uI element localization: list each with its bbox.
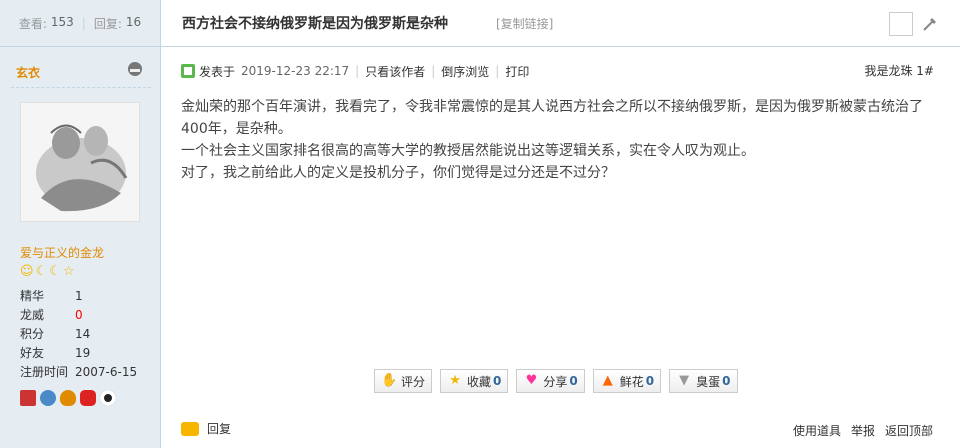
- online-status-icon: [181, 64, 195, 78]
- flower-button[interactable]: ▲ 鲜花 0: [592, 369, 662, 393]
- up-arrow-icon: ▲: [602, 373, 613, 388]
- post-content: 金灿荣的那个百年演讲，我看完了，令我非常震惊的是其人说西方社会之所以不接纳俄罗斯…: [181, 96, 941, 184]
- info-row: 精华 1: [20, 288, 150, 307]
- user-info: 精华 1 龙威 0 积分 14 好友 19 注册时间 2007-6-15: [20, 288, 150, 383]
- medal-eye-icon[interactable]: [100, 390, 116, 406]
- post-footer: 回复 使用道具 举报 返回顶部: [181, 420, 941, 440]
- topic-header: 西方社会不接纳俄罗斯是因为俄罗斯是杂种 [复制链接]: [161, 0, 960, 47]
- thumb-icon: ✋: [381, 373, 398, 388]
- moon-icon: ☾: [35, 264, 48, 279]
- avatar-image: [21, 103, 139, 221]
- flower-count: 0: [645, 374, 655, 388]
- post-meta: 发表于 2019-12-23 22:17 | 只看该作者 | 倒序浏览 | 打印: [181, 62, 529, 80]
- replies-label: 回复:: [93, 16, 122, 31]
- floor-label: 我是龙珠: [864, 64, 913, 78]
- share-label: 分享: [543, 374, 568, 389]
- user-online-icon[interactable]: [128, 62, 142, 76]
- post-actions: ✋ 评分 ★ 收藏 0 ♥ 分享 0 ▲ 鲜花 0 ▼ 臭蛋 0: [374, 369, 738, 393]
- reverse-browse-link[interactable]: 倒序浏览: [441, 63, 489, 80]
- info-value[interactable]: 1: [75, 288, 83, 307]
- tool-icon[interactable]: [921, 15, 939, 33]
- info-key: 精华: [20, 289, 45, 303]
- reply-button[interactable]: 回复: [181, 420, 231, 437]
- favorite-button[interactable]: ★ 收藏 0: [440, 369, 509, 393]
- share-button[interactable]: ♥ 分享 0: [516, 369, 585, 393]
- info-key: 积分: [20, 327, 45, 341]
- footer-links: 使用道具 举报 返回顶部: [793, 422, 933, 439]
- reply-icon: [181, 421, 199, 436]
- heart-icon: ♥: [525, 373, 538, 388]
- avatar[interactable]: [20, 102, 140, 222]
- thread-stats: 查看: 153 | 回复: 16: [0, 0, 160, 47]
- egg-count: 0: [722, 374, 731, 388]
- post-paragraph: 金灿荣的那个百年演讲，我看完了，令我非常震惊的是其人说西方社会之所以不接纳俄罗斯…: [181, 99, 923, 137]
- info-value[interactable]: 19: [75, 345, 90, 364]
- info-row: 积分 14: [20, 326, 150, 345]
- flower-label: 鲜花: [619, 374, 644, 389]
- post-sidebar: 查看: 153 | 回复: 16 玄衣 爱与正义的金龙 ☺ ☾ ☾ ☆ 精华 1 龙威…: [0, 0, 161, 448]
- down-arrow-icon: ▼: [679, 373, 690, 388]
- moon-icon: ☾: [49, 264, 61, 279]
- info-value: 2007-6-15: [75, 365, 138, 379]
- info-value[interactable]: 0: [75, 307, 83, 326]
- print-link[interactable]: 打印: [505, 63, 529, 80]
- info-key: 龙威: [20, 308, 45, 322]
- meta-divider: |: [431, 64, 436, 78]
- info-row: 龙威 0: [20, 307, 150, 326]
- meta-divider: |: [495, 64, 500, 78]
- rate-button[interactable]: ✋ 评分: [374, 369, 433, 393]
- egg-label: 臭蛋: [696, 374, 721, 389]
- author-name[interactable]: 玄衣: [16, 64, 40, 81]
- medal-flower-icon[interactable]: [80, 390, 96, 406]
- favorite-label: 收藏: [467, 374, 492, 389]
- sidebar-divider: [11, 87, 151, 88]
- post-paragraph: 对了，我之前给此人的定义是投机分子，你们觉得是过分还是不过分？: [181, 165, 615, 181]
- stats-divider: |: [81, 16, 86, 30]
- egg-button[interactable]: ▼ 臭蛋 0: [669, 369, 738, 393]
- post-date: 2019-12-23 22:17: [241, 64, 350, 78]
- checkbox-icon[interactable]: [889, 12, 913, 36]
- medal-blue-icon[interactable]: [40, 390, 56, 406]
- posted-on-label: 发表于: [199, 64, 236, 79]
- use-tool-link[interactable]: 使用道具: [793, 422, 841, 439]
- author-row: 玄衣: [0, 56, 161, 84]
- sun-icon: ☺: [20, 264, 34, 279]
- user-title: 爱与正义的金龙: [20, 246, 105, 260]
- info-row: 注册时间 2007-6-15: [20, 364, 150, 383]
- report-link[interactable]: 举报: [851, 422, 875, 439]
- replies-count: 16: [125, 14, 142, 29]
- info-row: 好友 19: [20, 345, 150, 364]
- post-paragraph: 一个社会主义国家排名很高的高等大学的教授居然能说出这等逻辑关系，实在令人叹为观止…: [181, 143, 755, 159]
- medal-list: [20, 390, 116, 406]
- star-icon: ★: [449, 373, 461, 388]
- views-count: 153: [50, 14, 74, 29]
- back-to-top-link[interactable]: 返回顶部: [885, 422, 933, 439]
- page-title: 西方社会不接纳俄罗斯是因为俄罗斯是杂种: [182, 16, 448, 32]
- copy-link-button[interactable]: [复制链接]: [496, 15, 553, 32]
- floor-number[interactable]: 我是龙珠 1#: [864, 62, 934, 79]
- info-value[interactable]: 14: [75, 326, 90, 345]
- star-icon: ☆: [62, 264, 75, 279]
- medal-red-icon[interactable]: [20, 390, 36, 406]
- meta-divider: |: [355, 64, 360, 78]
- info-key: 好友: [20, 346, 45, 360]
- rate-label: 评分: [401, 374, 426, 389]
- medal-gourd-icon[interactable]: [60, 390, 76, 406]
- favorite-count: 0: [493, 374, 502, 388]
- floor-index: 1#: [916, 64, 934, 78]
- views-label: 查看:: [18, 16, 47, 31]
- only-author-link[interactable]: 只看该作者: [365, 63, 425, 80]
- share-count: 0: [569, 374, 578, 388]
- info-key: 注册时间: [20, 365, 69, 379]
- rank-stars: ☺ ☾ ☾ ☆: [20, 264, 75, 280]
- post-main: 西方社会不接纳俄罗斯是因为俄罗斯是杂种 [复制链接] 发表于 2019-12-2…: [161, 0, 960, 448]
- reply-label: 回复: [207, 422, 232, 436]
